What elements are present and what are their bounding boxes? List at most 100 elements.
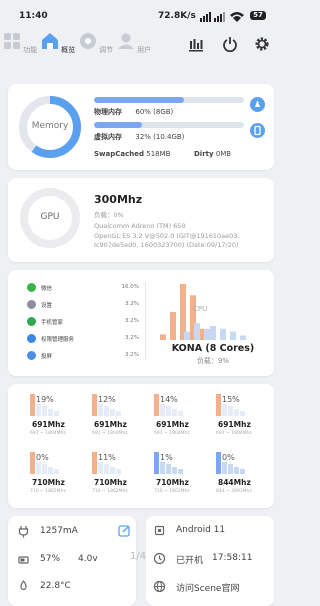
cpu-history-bar <box>194 323 200 340</box>
core-frequency: 844Mhz <box>218 478 251 487</box>
android-icon <box>154 525 165 536</box>
physical-memory-bar <box>94 97 244 103</box>
tab-functions[interactable]: 功能 <box>0 32 40 55</box>
cpu-history-bar <box>240 335 246 340</box>
app-percent: 3.2% <box>125 335 139 341</box>
core-range: 691 ~ 1804Mhz <box>216 431 252 436</box>
core-history-bar <box>166 464 171 474</box>
core-range: 710 ~ 1862Mhz <box>92 489 128 494</box>
core-history-bar <box>160 404 165 416</box>
core-range: 691 ~ 1804Mhz <box>154 431 190 436</box>
core-percent: 11% <box>98 453 116 462</box>
core-history-bar <box>222 462 227 474</box>
core-history-bar <box>154 452 159 474</box>
core-history-bar <box>216 452 221 474</box>
core-history-bar <box>98 404 103 416</box>
core-history-bar <box>172 466 177 474</box>
core-history-bar <box>228 406 233 416</box>
core-frequency: 691Mhz <box>156 420 189 429</box>
physical-memory-label: 物理内存 <box>94 108 122 116</box>
cpu-history-bar <box>210 326 216 340</box>
process-row[interactable]: 手机管家 3.2% <box>27 316 139 328</box>
virtual-memory-row: 虚拟内存 32% (10.4GB) <box>94 132 184 142</box>
gear-icon[interactable] <box>254 36 270 52</box>
core-frequency: 691Mhz <box>32 420 65 429</box>
core-history-bar <box>234 466 239 474</box>
core-history-bar <box>42 406 47 416</box>
cpu-history-bar <box>220 328 226 340</box>
network-speed: 72.8K/s <box>158 11 196 21</box>
tab-overview[interactable]: 概览 <box>38 32 78 55</box>
edit-icon[interactable] <box>118 524 131 537</box>
tab-adjust[interactable]: 调节 <box>76 32 116 55</box>
battery-level: 57 <box>253 11 263 19</box>
cpu-history-bar <box>230 331 236 340</box>
core-history-bar <box>154 394 159 416</box>
core-history-bar <box>178 411 183 416</box>
tab-user[interactable]: 用户 <box>114 32 154 55</box>
process-row[interactable]: 权限管理服务 3.2% <box>27 333 139 345</box>
core-history-bar <box>178 469 183 474</box>
device-icon <box>254 125 261 136</box>
website-link[interactable]: 访问Scene官网 <box>176 581 239 594</box>
core-history-bar <box>222 404 227 416</box>
chart-icon[interactable] <box>188 36 204 52</box>
app-icon <box>27 317 36 326</box>
core-history-bar <box>42 464 47 474</box>
core-history-bar <box>216 394 221 416</box>
core-history-bar <box>172 408 177 416</box>
core-history-bar <box>98 462 103 474</box>
core-range: 710 ~ 1862Mhz <box>154 489 190 494</box>
swap-button[interactable] <box>250 123 265 138</box>
virtual-memory-bar <box>94 122 244 128</box>
globe-icon <box>153 580 166 593</box>
divider <box>145 282 146 360</box>
tab-label: 概览 <box>61 46 76 54</box>
core-frequency: 710Mhz <box>32 478 65 487</box>
core-history-bar <box>240 469 245 474</box>
swapcached-value: 518MB <box>146 150 171 158</box>
plug-icon <box>18 526 29 538</box>
tab-label: 功能 <box>23 46 38 54</box>
core-history-bar <box>116 411 121 416</box>
battery-icon: 57 <box>250 11 266 20</box>
memory-label: Memory <box>31 121 69 131</box>
core-history-bar <box>240 411 245 416</box>
core-history-bar <box>234 408 239 416</box>
battery-current: 1257mA <box>40 526 78 536</box>
app-icon <box>27 283 36 292</box>
swapcached-label: SwapCached <box>94 150 144 158</box>
core-frequency: 710Mhz <box>156 478 189 487</box>
power-icon[interactable] <box>222 36 238 52</box>
core-history-bar <box>30 394 35 416</box>
process-row[interactable]: 投屏 3.2% <box>27 350 139 362</box>
cpu-history-bar <box>160 334 166 340</box>
core-history-bar <box>36 404 41 416</box>
signal-wifi-icon <box>200 12 244 22</box>
core-history-bar <box>104 406 109 416</box>
android-version: Android 11 <box>176 525 226 535</box>
core-percent: 12% <box>98 395 116 404</box>
process-row[interactable]: 微信 16.0% <box>27 282 139 294</box>
gpu-frequency: 300Mhz <box>94 193 143 206</box>
core-range: 844 ~ 3091Mhz <box>216 489 252 494</box>
core-history-bar <box>160 462 165 474</box>
app-icon <box>27 300 36 309</box>
core-range: 710 ~ 1862Mhz <box>30 489 66 494</box>
core-history-bar <box>92 394 97 416</box>
uptime-label: 已开机 <box>176 556 204 566</box>
physical-memory-row: 物理内存 60% (8GB) <box>94 107 173 117</box>
gpu-version-line2: Ic907de5ed0, 1600323700) (Date:09/17/20) <box>94 241 239 249</box>
core-range: 691 ~ 1804Mhz <box>92 431 128 436</box>
dirty-row: Dirty 0MB <box>194 150 231 158</box>
process-row[interactable]: 设置 3.2% <box>27 299 139 311</box>
tab-label: 调节 <box>99 46 114 54</box>
app-percent: 3.2% <box>125 301 139 307</box>
core-history-bar <box>54 411 59 416</box>
clean-memory-button[interactable] <box>250 97 265 112</box>
battery-temperature: 22.8°C <box>40 581 71 591</box>
core-frequency: 710Mhz <box>94 478 127 487</box>
app-name: 投屏 <box>41 354 53 360</box>
dirty-label: Dirty <box>194 150 214 158</box>
cpu-label: CPU <box>193 305 208 313</box>
